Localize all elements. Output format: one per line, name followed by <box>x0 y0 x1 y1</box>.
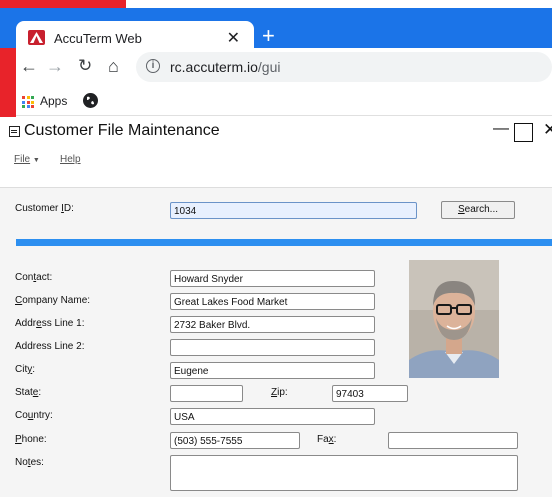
new-tab-icon[interactable]: + <box>262 25 275 47</box>
app-window-body: File ▼ Help Customer ID: 1034 Search... … <box>0 147 552 497</box>
customer-id-input[interactable]: 1034 <box>170 202 417 219</box>
city-label: City: <box>15 364 35 375</box>
chevron-down-icon: ▼ <box>32 157 40 164</box>
fax-input[interactable] <box>388 432 518 449</box>
address-line-2-label: Address Line 2: <box>15 341 85 352</box>
form-icon <box>9 126 20 137</box>
url-path: /gui <box>257 59 281 75</box>
back-arrow-icon[interactable]: ← <box>20 56 38 77</box>
search-button-key: S <box>457 204 465 215</box>
country-input[interactable]: USA <box>170 408 375 425</box>
company-label-post: ompany Name: <box>22 295 91 306</box>
state-input[interactable] <box>170 385 243 402</box>
maximize-button[interactable] <box>514 123 533 142</box>
contact-label: Contact: <box>15 272 52 283</box>
menu-help[interactable]: Help <box>60 154 81 165</box>
desktop-background-top <box>16 0 126 8</box>
browser-toolbar: ← → ↻ ⌂ i rc.accuterm.io/gui <box>16 48 552 88</box>
city-label-pre: Cit <box>15 364 28 375</box>
menu-file[interactable]: File ▼ <box>14 154 40 165</box>
home-icon[interactable]: ⌂ <box>108 56 119 77</box>
fax-label-post: : <box>333 434 337 445</box>
notes-label-pre: No <box>15 457 28 468</box>
window-title: Customer File Maintenance <box>24 122 220 139</box>
customer-id-label: Customer ID: <box>15 203 74 214</box>
globe-icon[interactable] <box>83 93 98 108</box>
phone-label-key: P <box>15 434 22 445</box>
contact-label-pre: Con <box>15 272 34 283</box>
browser-tab-strip: AccuTerm Web ✕ + <box>0 8 552 56</box>
country-label: Country: <box>15 410 53 421</box>
menu-help-label: Help <box>60 154 81 165</box>
notes-label-post: es: <box>30 457 44 468</box>
customer-id-label-post: D: <box>63 203 74 214</box>
city-input[interactable]: Eugene <box>170 362 375 379</box>
minimize-button[interactable]: — <box>493 120 509 138</box>
contact-input[interactable]: Howard Snyder <box>170 270 375 287</box>
fax-label: Fax: <box>317 434 336 445</box>
tab-title: AccuTerm Web <box>54 31 142 46</box>
address-bar[interactable]: i rc.accuterm.io/gui <box>136 52 552 82</box>
menu-bar: File ▼ Help <box>0 147 552 187</box>
zip-label: Zip: <box>271 387 288 398</box>
customer-id-label-pre: Customer <box>15 203 62 214</box>
notes-label: Notes: <box>15 457 44 468</box>
addr1-label-pre: Addr <box>15 318 37 329</box>
bookmarks-bar: Apps <box>16 88 552 116</box>
company-name-input[interactable]: Great Lakes Food Market <box>170 293 375 310</box>
country-label-post: ntry: <box>33 410 53 421</box>
fax-label-pre: Fa <box>317 434 329 445</box>
addr1-label-post: ss Line 1: <box>41 318 85 329</box>
section-divider-bar <box>16 239 552 246</box>
state-label: State: <box>15 387 41 398</box>
reload-icon[interactable]: ↻ <box>78 56 92 76</box>
apps-bookmark[interactable]: Apps <box>40 94 67 108</box>
apps-grid-icon[interactable] <box>22 96 34 108</box>
app-window-titlebar: Customer File Maintenance — ✕ <box>0 117 552 147</box>
url-text: rc.accuterm.io/gui <box>170 59 281 75</box>
info-icon[interactable]: i <box>146 59 160 73</box>
accuterm-favicon-icon <box>28 30 45 45</box>
url-host: rc.accuterm.io <box>170 59 258 75</box>
company-name-label: Company Name: <box>15 295 90 306</box>
close-button[interactable]: ✕ <box>543 120 552 140</box>
customer-form: Customer ID: 1034 Search... Contact: How… <box>0 187 552 497</box>
state-label-post: : <box>38 387 42 398</box>
notes-textarea[interactable] <box>170 455 518 491</box>
phone-label-post: hone: <box>21 434 47 445</box>
address-line-1-label: Address Line 1: <box>15 318 85 329</box>
phone-label: Phone: <box>15 434 47 445</box>
city-label-post: : <box>32 364 36 375</box>
state-label-pre: Stat <box>15 387 33 398</box>
menu-file-label: File <box>14 154 31 165</box>
customer-photo <box>409 260 499 378</box>
zip-input[interactable]: 97403 <box>332 385 408 402</box>
tab-close-icon[interactable]: ✕ <box>227 28 240 48</box>
address-line-1-input[interactable]: 2732 Baker Blvd. <box>170 316 375 333</box>
forward-arrow-icon[interactable]: → <box>46 56 64 77</box>
country-label-pre: Co <box>15 410 28 421</box>
contact-label-post: act: <box>36 272 53 283</box>
search-button-label: earch... <box>464 204 499 215</box>
address-line-2-input[interactable] <box>170 339 375 356</box>
zip-label-post: ip: <box>277 387 288 398</box>
search-button[interactable]: Search... <box>441 201 515 219</box>
phone-input[interactable]: (503) 555-7555 <box>170 432 300 449</box>
